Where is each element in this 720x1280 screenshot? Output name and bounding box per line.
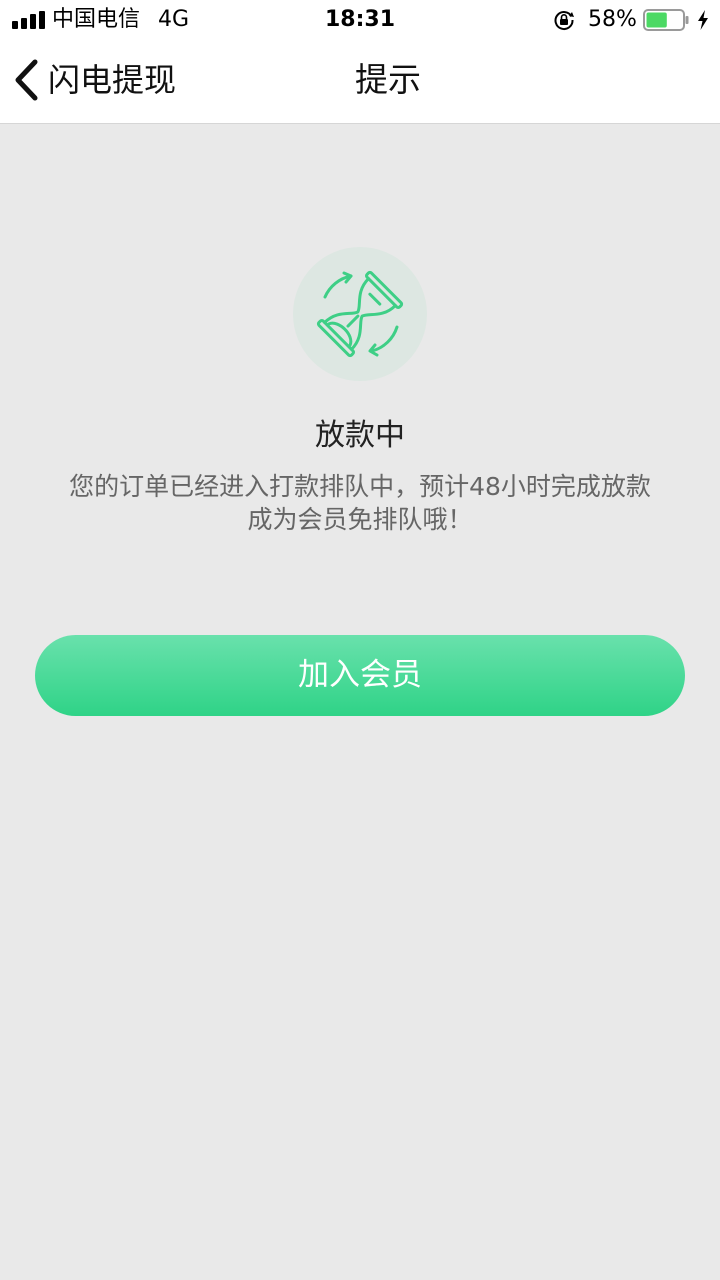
charging-bolt-icon [698, 10, 708, 30]
battery-percent: 58% [588, 7, 637, 32]
status-message: 您的订单已经进入打款排队中，预计48小时完成放款 成为会员免排队哦！ [60, 470, 660, 536]
message-line-queue: 您的订单已经进入打款排队中，预计48小时完成放款 [69, 472, 651, 501]
join-membership-button[interactable]: 加入会员 [35, 635, 685, 716]
rotation-lock-icon [554, 11, 574, 31]
navigation-bar: 闪电提现 提示 [0, 40, 720, 124]
status-title: 放款中 [315, 418, 405, 453]
hourglass-icon [316, 270, 404, 358]
page-title: 提示 [355, 60, 421, 99]
status-icon-circle [293, 247, 427, 381]
message-line-member: 成为会员免排队哦！ [247, 505, 473, 534]
status-bar: 中国电信 4G 18:31 58% [0, 0, 720, 40]
battery-icon [643, 9, 689, 31]
